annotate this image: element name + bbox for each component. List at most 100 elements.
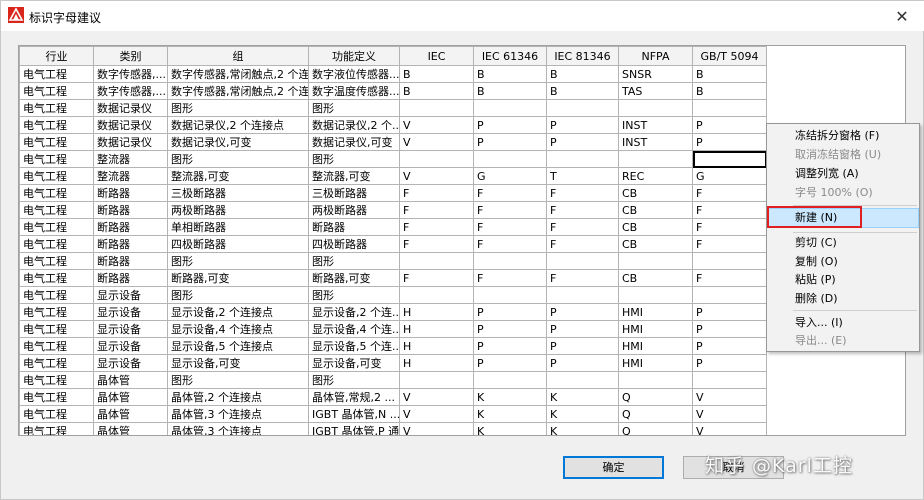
table-cell[interactable]: 电气工程 [19, 405, 94, 423]
table-cell[interactable] [692, 286, 767, 304]
table-cell[interactable]: P [546, 354, 619, 372]
table-cell[interactable]: 三极断路器 [308, 184, 400, 202]
table-cell[interactable]: P [546, 337, 619, 355]
table-cell[interactable]: 显示设备,可变 [167, 354, 309, 372]
table-cell[interactable] [546, 286, 619, 304]
table-cell[interactable]: 图形 [167, 286, 309, 304]
column-header[interactable]: 功能定义 [308, 46, 400, 66]
table-cell[interactable]: V [399, 422, 474, 435]
table-cell[interactable]: Q [618, 422, 693, 435]
table-cell[interactable]: P [692, 133, 767, 151]
table-row[interactable]: 电气工程 数据记录仪 数据记录仪,2 个连接点 数据记录仪,2 个... V P P INST… [19, 116, 767, 134]
table-cell[interactable]: 数字传感器,常闭触点,2 个连... [167, 82, 309, 100]
table-cell[interactable]: P [692, 116, 767, 134]
table-cell[interactable]: 电气工程 [19, 422, 94, 435]
table-cell[interactable]: F [399, 201, 474, 219]
table-cell[interactable]: 晶体管 [93, 405, 168, 423]
table-cell[interactable]: 电气工程 [19, 133, 94, 151]
table-cell[interactable]: 整流器 [93, 167, 168, 185]
table-cell[interactable]: 断路器 [308, 218, 400, 236]
table-cell[interactable]: V [399, 388, 474, 406]
table-cell[interactable] [692, 371, 767, 389]
table-row[interactable]: 电气工程 整流器 图形 图形 [19, 150, 767, 168]
table-cell[interactable]: 晶体管 [93, 388, 168, 406]
table-row[interactable]: 电气工程 整流器 整流器,可变 整流器,可变 V G T REC G [19, 167, 767, 185]
table-cell[interactable]: 电气工程 [19, 201, 94, 219]
ok-button[interactable]: 确定 [563, 456, 664, 479]
table-cell[interactable]: K [546, 405, 619, 423]
table-row[interactable]: 电气工程 断路器 四极断路器 四极断路器 F F F CB F [19, 235, 767, 253]
table-row[interactable]: 电气工程 数据记录仪 图形 图形 [19, 99, 767, 117]
table-cell[interactable]: 电气工程 [19, 235, 94, 253]
table-cell[interactable]: HMI [618, 320, 693, 338]
table-cell[interactable]: K [473, 422, 547, 435]
table-row[interactable]: 电气工程 断路器 断路器,可变 断路器,可变 F F F CB F [19, 269, 767, 287]
table-cell[interactable]: F [473, 201, 547, 219]
table-cell[interactable]: F [692, 201, 767, 219]
table-cell[interactable]: 数字温度传感器... [308, 82, 400, 100]
table-cell[interactable]: 数据记录仪,可变 [167, 133, 309, 151]
table-cell[interactable]: 数据记录仪 [93, 116, 168, 134]
table-cell[interactable]: 数字液位传感器... [308, 65, 400, 83]
table-cell[interactable]: P [473, 337, 547, 355]
table-cell[interactable]: 三极断路器 [167, 184, 309, 202]
menu-item-new[interactable]: 新建 (N) [795, 209, 837, 227]
table-cell[interactable]: K [546, 422, 619, 435]
table-cell[interactable]: G [473, 167, 547, 185]
table-cell[interactable]: 数字传感器,常闭触点,2 个连... [167, 65, 309, 83]
table-cell[interactable]: 电气工程 [19, 286, 94, 304]
table-cell[interactable]: 晶体管,2 个连接点 [167, 388, 309, 406]
table-cell[interactable]: 晶体管,3 个连接点 [167, 405, 309, 423]
menu-item-import[interactable]: 导入... (I) [795, 314, 843, 332]
table-cell[interactable]: 电气工程 [19, 320, 94, 338]
table-cell[interactable]: F [473, 218, 547, 236]
table-cell[interactable]: V [399, 167, 474, 185]
table-cell[interactable]: 电气工程 [19, 269, 94, 287]
table-cell[interactable]: P [473, 354, 547, 372]
table-cell[interactable]: B [546, 82, 619, 100]
table-row[interactable]: 电气工程 显示设备 显示设备,2 个连接点 显示设备,2 个连... H P P HMI P [19, 303, 767, 321]
table-cell[interactable]: 数据记录仪 [93, 133, 168, 151]
table-cell[interactable] [618, 150, 693, 168]
table-cell[interactable] [692, 252, 767, 270]
table-cell[interactable]: 电气工程 [19, 354, 94, 372]
table-cell[interactable]: 断路器 [93, 269, 168, 287]
table-cell[interactable] [473, 286, 547, 304]
table-cell[interactable]: B [546, 65, 619, 83]
table-cell[interactable]: 断路器 [93, 218, 168, 236]
column-header[interactable]: NFPA [618, 46, 693, 66]
column-header[interactable]: IEC [399, 46, 474, 66]
table-cell[interactable]: T [546, 167, 619, 185]
table-cell[interactable] [473, 371, 547, 389]
table-cell[interactable]: 断路器,可变 [167, 269, 309, 287]
table-cell[interactable]: 电气工程 [19, 388, 94, 406]
table-cell[interactable]: TAS [618, 82, 693, 100]
table-cell[interactable]: 图形 [167, 150, 309, 168]
table-cell[interactable] [618, 252, 693, 270]
table-cell[interactable]: B [692, 65, 767, 83]
table-cell[interactable]: K [473, 388, 547, 406]
column-header[interactable]: IEC 61346 [473, 46, 547, 66]
table-cell[interactable]: 数据记录仪,可变 [308, 133, 400, 151]
table-cell[interactable] [399, 371, 474, 389]
table-row[interactable]: 电气工程 显示设备 显示设备,4 个连接点 显示设备,4 个连... H P P HMI P [19, 320, 767, 338]
table-row[interactable]: 电气工程 晶体管 图形 图形 [19, 371, 767, 389]
table-row[interactable]: 电气工程 断路器 图形 图形 [19, 252, 767, 270]
table-cell[interactable]: B [692, 82, 767, 100]
table-cell[interactable]: 显示设备,2 个连接点 [167, 303, 309, 321]
table-cell[interactable]: INST [618, 133, 693, 151]
table-cell[interactable]: CB [618, 235, 693, 253]
column-header[interactable]: 类别 [93, 46, 168, 66]
table-cell[interactable]: P [546, 133, 619, 151]
table-cell[interactable]: F [473, 235, 547, 253]
table-cell[interactable]: 显示设备,5 个连接点 [167, 337, 309, 355]
table-cell[interactable]: F [692, 269, 767, 287]
table-cell[interactable]: 显示设备,4 个连接点 [167, 320, 309, 338]
table-cell[interactable]: 显示设备 [93, 303, 168, 321]
table-row[interactable]: 电气工程 断路器 单相断路器 断路器 F F F CB F [19, 218, 767, 236]
table-cell[interactable]: 断路器 [93, 235, 168, 253]
table-cell[interactable] [692, 150, 767, 168]
table-cell[interactable]: INST [618, 116, 693, 134]
table-cell[interactable]: P [546, 116, 619, 134]
table-row[interactable]: 电气工程 显示设备 图形 图形 [19, 286, 767, 304]
